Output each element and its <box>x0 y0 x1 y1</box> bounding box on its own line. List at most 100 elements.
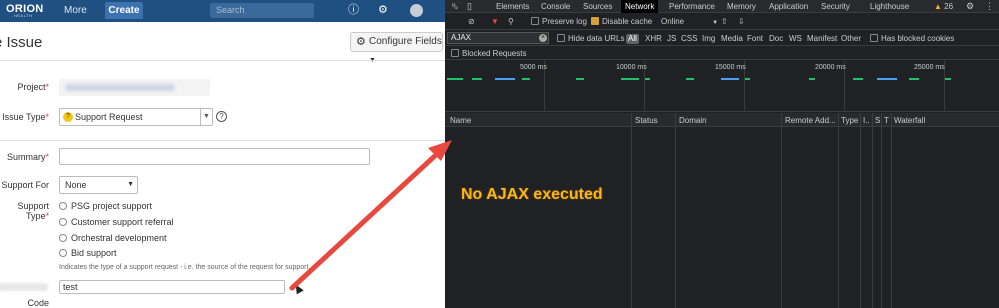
checkbox-icon <box>557 34 565 42</box>
column-waterfall[interactable]: Waterfall <box>894 116 925 125</box>
more-options-icon[interactable]: ⋮ <box>985 1 994 12</box>
configure-fields-button[interactable]: ⚙ Configure Fields ▼ <box>350 32 443 64</box>
export-har-icon[interactable]: ⇩ <box>738 17 745 27</box>
preserve-log-checkbox[interactable]: Preserve log <box>531 17 587 27</box>
warnings-badge[interactable]: ▲ 26 <box>934 1 953 12</box>
support-for-value: None <box>65 180 87 190</box>
timeline-bar <box>522 78 530 80</box>
column-size[interactable]: S <box>875 116 880 125</box>
devtools-pane: ⬁ ▯ Elements Console Sources Network Per… <box>445 0 999 308</box>
type-filter-doc[interactable]: Doc <box>769 34 783 44</box>
throttle-select[interactable]: Online ▼ <box>661 17 718 28</box>
clear-filter-icon[interactable]: × <box>539 34 547 42</box>
request-table-header: Name Status Domain Remote Add... Type I.… <box>445 113 999 127</box>
radio-bid-support[interactable]: Bid support <box>59 248 117 258</box>
tab-network[interactable]: Network <box>621 0 659 13</box>
gear-icon[interactable]: ⚙ <box>966 1 974 12</box>
radio-customer-support-referral[interactable]: Customer support referral <box>59 217 174 227</box>
timeline-tick-label: 15000 ms <box>715 64 746 71</box>
checkbox-icon <box>451 49 459 57</box>
search-icon[interactable]: ⚲ <box>508 17 514 27</box>
avatar[interactable] <box>410 4 423 17</box>
tab-performance[interactable]: Performance <box>669 1 715 12</box>
tab-console[interactable]: Console <box>541 1 570 12</box>
tab-elements[interactable]: Elements <box>496 1 529 12</box>
project-value-blurred <box>65 84 175 91</box>
support-for-select[interactable]: None ▼ <box>59 176 138 194</box>
timeline-bar <box>853 78 863 80</box>
inspect-element-icon[interactable]: ⬁ <box>451 1 459 12</box>
radio-psg-project-support[interactable]: PSG project support <box>59 201 152 211</box>
help-icon[interactable]: ⓘ <box>348 4 359 17</box>
create-button[interactable]: Create <box>105 2 143 19</box>
radio-orchestral-development[interactable]: Orchestral development <box>59 233 167 243</box>
issue-type-select[interactable]: ? Support Request ▼ <box>59 108 213 126</box>
tab-application[interactable]: Application <box>769 1 808 12</box>
device-toolbar-icon[interactable]: ▯ <box>467 1 472 12</box>
tab-sources[interactable]: Sources <box>583 1 612 12</box>
search-input[interactable]: Search <box>210 3 314 18</box>
mouse-cursor-icon <box>292 282 304 295</box>
hide-data-urls-checkbox[interactable]: Hide data URLs <box>557 34 624 44</box>
tab-lighthouse[interactable]: Lighthouse <box>870 1 909 12</box>
column-type[interactable]: Type <box>841 116 858 125</box>
column-remote-address[interactable]: Remote Add... <box>785 116 836 125</box>
support-request-icon: ? <box>63 112 73 122</box>
column-divider <box>781 113 782 308</box>
type-filter-img[interactable]: Img <box>702 34 715 44</box>
type-filter-media[interactable]: Media <box>721 34 743 44</box>
blocked-requests-bar: Blocked Requests <box>445 47 999 60</box>
network-overview-timeline: 5000 ms 10000 ms 15000 ms 20000 ms 25000… <box>445 61 999 112</box>
timeline-bar <box>576 78 584 80</box>
type-filter-other[interactable]: Other <box>841 34 861 44</box>
type-filter-font[interactable]: Font <box>747 34 763 44</box>
code-label: Code <box>27 298 49 308</box>
filter-input[interactable]: AJAX <box>447 32 549 44</box>
blocked-requests-checkbox[interactable]: Blocked Requests <box>451 49 526 59</box>
column-status[interactable]: Status <box>635 116 658 125</box>
timeline-bar <box>909 78 919 80</box>
tab-security[interactable]: Security <box>821 1 850 12</box>
clear-icon[interactable]: ⊘ <box>468 17 475 27</box>
help-icon[interactable]: ? <box>216 111 227 122</box>
timeline-bar <box>745 78 750 80</box>
orion-logo-sub: HEALTH <box>14 13 33 18</box>
type-filter-xhr[interactable]: XHR <box>645 34 662 44</box>
column-domain[interactable]: Domain <box>679 116 707 125</box>
chevron-down-icon: ▼ <box>712 20 719 26</box>
type-filter-css[interactable]: CSS <box>681 34 697 44</box>
gear-icon[interactable]: ⚙ <box>378 4 388 17</box>
filter-icon[interactable]: ▼ <box>491 17 499 27</box>
has-blocked-cookies-checkbox[interactable]: Has blocked cookies <box>870 34 954 44</box>
summary-field[interactable] <box>59 148 370 165</box>
code-field[interactable]: test <box>59 280 285 294</box>
column-divider <box>675 113 676 308</box>
column-divider <box>872 113 873 308</box>
dialog-title: e Issue <box>0 34 43 51</box>
project-select[interactable] <box>59 79 210 96</box>
type-filter-all[interactable]: All <box>626 34 639 44</box>
column-time[interactable]: T <box>884 116 889 125</box>
tab-memory[interactable]: Memory <box>727 1 756 12</box>
timeline-bar <box>645 78 650 80</box>
header-divider <box>0 60 445 61</box>
issue-type-label: Issue Type* <box>2 112 49 122</box>
nav-more-link[interactable]: More <box>64 5 87 16</box>
annotation-text: No AJAX executed <box>461 186 603 203</box>
radio-icon <box>59 202 67 210</box>
devtools-tab-bar: ⬁ ▯ Elements Console Sources Network Per… <box>445 0 999 13</box>
top-nav-bar: ORION HEALTH More Create Search ⓘ ⚙ <box>0 0 445 22</box>
import-har-icon[interactable]: ⇧ <box>721 17 728 27</box>
type-filter-js[interactable]: JS <box>667 34 676 44</box>
column-initiator[interactable]: I.. <box>863 116 870 125</box>
timeline-bar <box>945 78 951 80</box>
disable-cache-checkbox[interactable]: Disable cache <box>591 17 652 27</box>
column-name[interactable]: Name <box>450 116 471 125</box>
type-filter-ws[interactable]: WS <box>789 34 802 44</box>
timeline-bar <box>495 78 515 80</box>
section-divider <box>0 140 445 141</box>
support-type-hint: Indicates the type of a support request … <box>59 264 311 271</box>
type-filter-manifest[interactable]: Manifest <box>807 34 837 44</box>
column-divider <box>891 113 892 308</box>
timeline-bar <box>447 78 463 80</box>
